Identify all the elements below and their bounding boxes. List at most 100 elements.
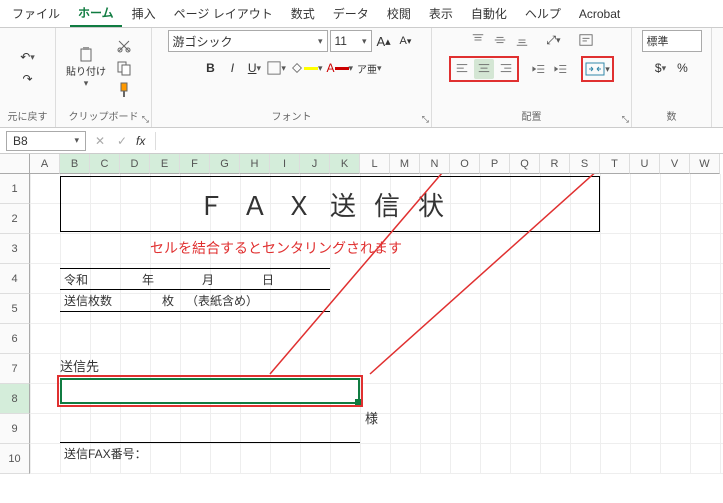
- tab-automate[interactable]: 自動化: [463, 1, 515, 26]
- sama-label: 様: [365, 408, 378, 427]
- col-head-K[interactable]: K: [330, 154, 360, 174]
- tab-insert[interactable]: 挿入: [124, 1, 164, 26]
- paste-label: 貼り付け: [66, 63, 106, 78]
- col-head-F[interactable]: F: [180, 154, 210, 174]
- group-align-label: 配置: [438, 106, 625, 125]
- align-top-icon: [471, 33, 485, 47]
- brush-icon: [116, 82, 132, 98]
- accounting-format-button[interactable]: $▾: [651, 58, 671, 78]
- col-head-N[interactable]: N: [420, 154, 450, 174]
- tab-review[interactable]: 校閲: [379, 1, 419, 26]
- tab-file[interactable]: ファイル: [4, 1, 68, 26]
- col-head-C[interactable]: C: [90, 154, 120, 174]
- row-head-3[interactable]: 3: [0, 234, 30, 264]
- col-head-R[interactable]: R: [540, 154, 570, 174]
- col-head-O[interactable]: O: [450, 154, 480, 174]
- col-head-W[interactable]: W: [690, 154, 720, 174]
- tab-home[interactable]: ホーム: [70, 0, 122, 27]
- row-head-10[interactable]: 10: [0, 444, 30, 474]
- italic-button[interactable]: I: [222, 58, 242, 78]
- row-head-6[interactable]: 6: [0, 324, 30, 354]
- tab-formulas[interactable]: 数式: [283, 1, 323, 26]
- row-head-4[interactable]: 4: [0, 264, 30, 294]
- col-head-V[interactable]: V: [660, 154, 690, 174]
- col-head-T[interactable]: T: [600, 154, 630, 174]
- underline-button[interactable]: U▾: [244, 58, 264, 78]
- font-color-button[interactable]: A▾: [325, 58, 354, 78]
- col-head-S[interactable]: S: [570, 154, 600, 174]
- align-middle-button[interactable]: [490, 30, 510, 50]
- border-button[interactable]: ▾: [266, 58, 287, 78]
- cut-button[interactable]: [114, 36, 134, 56]
- formula-cancel-button[interactable]: ✕: [92, 134, 108, 148]
- align-center-button[interactable]: [474, 59, 494, 79]
- tab-help[interactable]: ヘルプ: [517, 1, 569, 26]
- fill-handle[interactable]: [355, 399, 361, 405]
- row-head-5[interactable]: 5: [0, 294, 30, 324]
- phonetic-button[interactable]: ア亜▾: [356, 58, 383, 78]
- col-head-E[interactable]: E: [150, 154, 180, 174]
- merge-center-button[interactable]: ▾: [584, 59, 611, 79]
- sendto-label: 送信先: [60, 356, 99, 375]
- undo-button[interactable]: ↶▾: [18, 47, 38, 67]
- select-all-corner[interactable]: [0, 154, 30, 174]
- outdent-icon: [532, 62, 546, 76]
- formula-enter-button[interactable]: ✓: [114, 134, 130, 148]
- tab-data[interactable]: データ: [325, 1, 377, 26]
- increase-indent-button[interactable]: [551, 59, 571, 79]
- col-head-A[interactable]: A: [30, 154, 60, 174]
- col-head-H[interactable]: H: [240, 154, 270, 174]
- copy-button[interactable]: [114, 58, 134, 78]
- decrease-indent-button[interactable]: [529, 59, 549, 79]
- fax-number-row: 送信FAX番号：: [60, 442, 360, 464]
- col-head-J[interactable]: J: [300, 154, 330, 174]
- col-head-U[interactable]: U: [630, 154, 660, 174]
- name-box[interactable]: B8▾: [6, 131, 86, 151]
- font-name-combo[interactable]: 游ゴシック▾: [168, 30, 328, 52]
- align-center-icon: [477, 62, 491, 76]
- tab-pagelayout[interactable]: ページ レイアウト: [166, 1, 281, 26]
- row-head-1[interactable]: 1: [0, 174, 30, 204]
- row-head-7[interactable]: 7: [0, 354, 30, 384]
- redo-button[interactable]: ↷: [18, 69, 38, 89]
- col-head-G[interactable]: G: [210, 154, 240, 174]
- fax-title-cell: ＦＡＸ送信状: [60, 176, 600, 232]
- font-launcher[interactable]: ⤡: [422, 114, 429, 125]
- col-head-D[interactable]: D: [120, 154, 150, 174]
- paste-button[interactable]: 貼り付け ▾: [62, 36, 110, 100]
- percent-format-button[interactable]: %: [673, 58, 693, 78]
- fx-icon[interactable]: fx: [136, 134, 145, 148]
- align-right-button[interactable]: [496, 59, 516, 79]
- group-clipboard-label: クリップボード: [62, 106, 145, 125]
- align-launcher[interactable]: ⤡: [622, 114, 629, 125]
- tab-view[interactable]: 表示: [421, 1, 461, 26]
- indent-icon: [554, 62, 568, 76]
- group-number-label: 数: [638, 106, 705, 125]
- align-left-button[interactable]: [452, 59, 472, 79]
- group-undo-label: 元に戻す: [6, 106, 49, 125]
- col-head-P[interactable]: P: [480, 154, 510, 174]
- col-head-M[interactable]: M: [390, 154, 420, 174]
- clipboard-launcher[interactable]: ⤡: [142, 114, 149, 125]
- row-head-9[interactable]: 9: [0, 414, 30, 444]
- fill-color-button[interactable]: ▾: [289, 58, 324, 78]
- increase-font-button[interactable]: A▴: [374, 31, 394, 51]
- orientation-button[interactable]: ⤢▾: [544, 30, 564, 50]
- align-bottom-button[interactable]: [512, 30, 532, 50]
- col-head-I[interactable]: I: [270, 154, 300, 174]
- decrease-font-button[interactable]: A▾: [396, 31, 416, 51]
- font-size-combo[interactable]: 11▾: [330, 30, 372, 52]
- bold-button[interactable]: B: [200, 58, 220, 78]
- tab-acrobat[interactable]: Acrobat: [571, 3, 628, 25]
- col-head-Q[interactable]: Q: [510, 154, 540, 174]
- row-head-8[interactable]: 8: [0, 384, 30, 414]
- wrap-text-button[interactable]: [576, 30, 596, 50]
- active-cell-b8[interactable]: [60, 378, 360, 404]
- row-head-2[interactable]: 2: [0, 204, 30, 234]
- col-head-L[interactable]: L: [360, 154, 390, 174]
- format-painter-button[interactable]: [114, 80, 134, 100]
- formula-bar[interactable]: [155, 132, 717, 150]
- align-top-button[interactable]: [468, 30, 488, 50]
- number-format-combo[interactable]: 標準: [642, 30, 702, 52]
- col-head-B[interactable]: B: [60, 154, 90, 174]
